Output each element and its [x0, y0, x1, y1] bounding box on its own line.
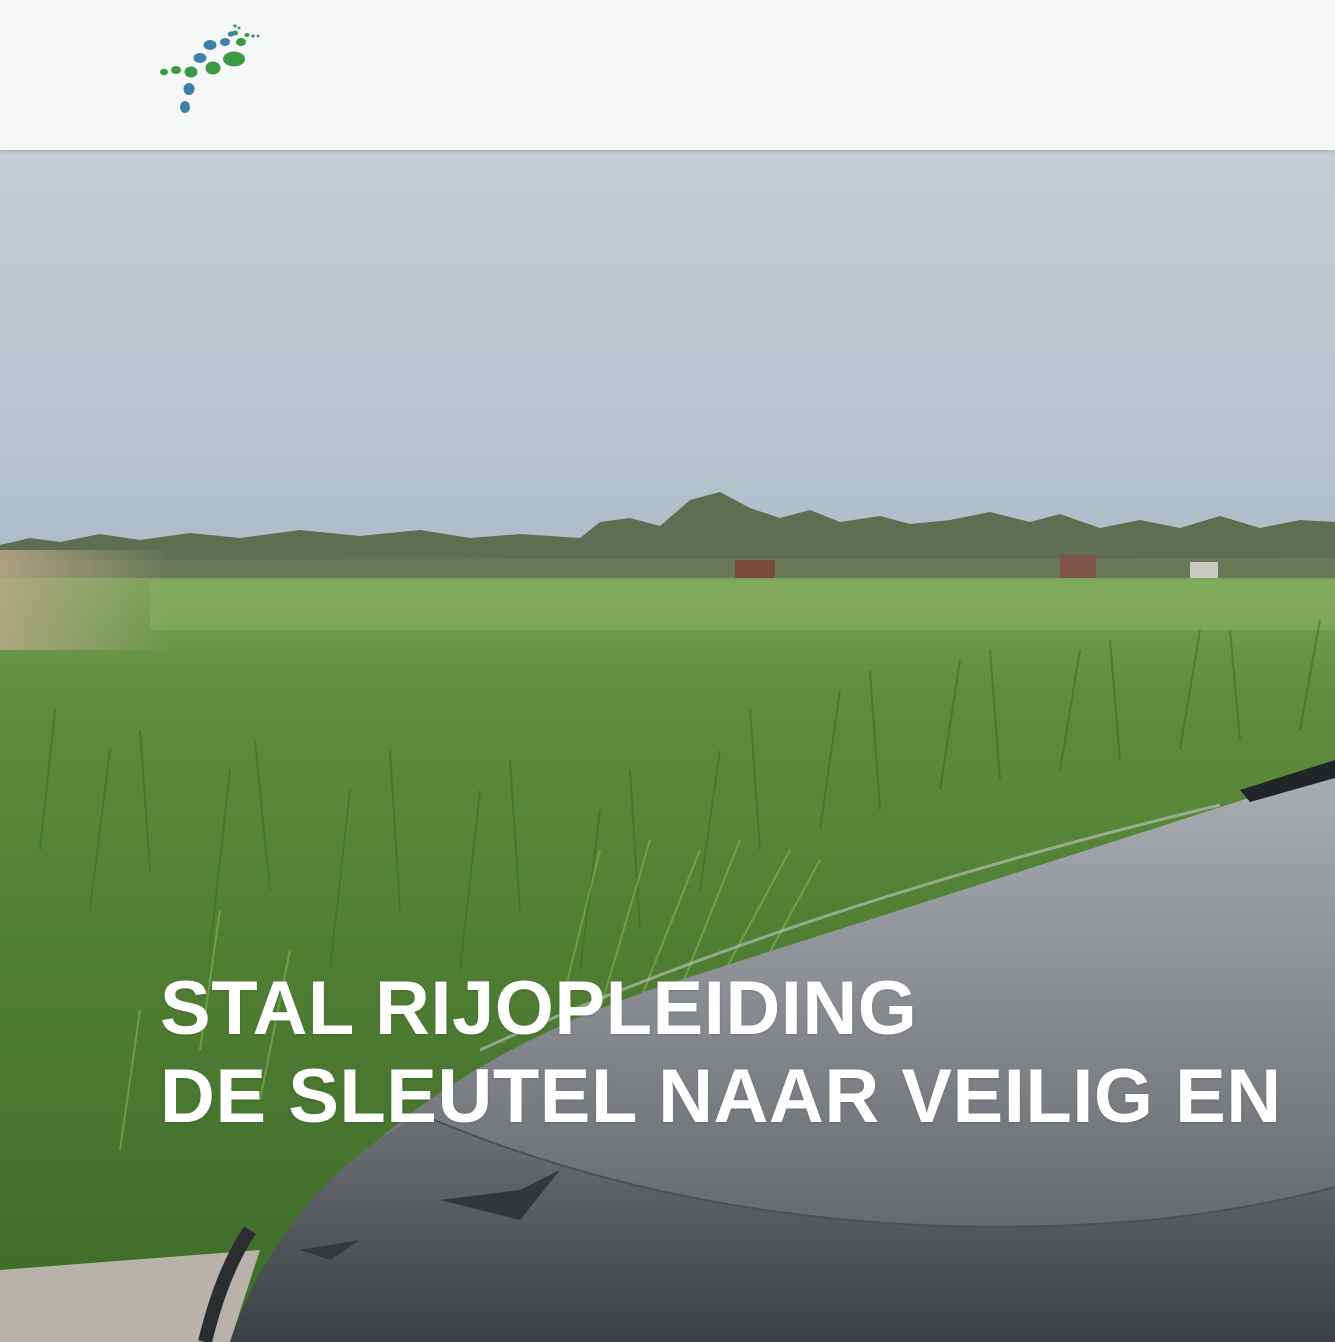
headline-line-2: DE SLEUTEL NAAR VEILIG EN: [160, 1054, 1282, 1139]
hero-banner: STAL RIJOPLEIDING DE SLEUTEL NAAR VEILIG…: [0, 150, 1335, 1342]
headline-line-1: STAL RIJOPLEIDING: [160, 966, 918, 1051]
hero-headline: STAL RIJOPLEIDING DE SLEUTEL NAAR VEILIG…: [160, 965, 1282, 1141]
landscape-car-photo: [0, 150, 1335, 1342]
site-header: [0, 0, 1335, 150]
logo-link[interactable]: [155, 22, 265, 118]
logo-icon: [160, 24, 260, 113]
